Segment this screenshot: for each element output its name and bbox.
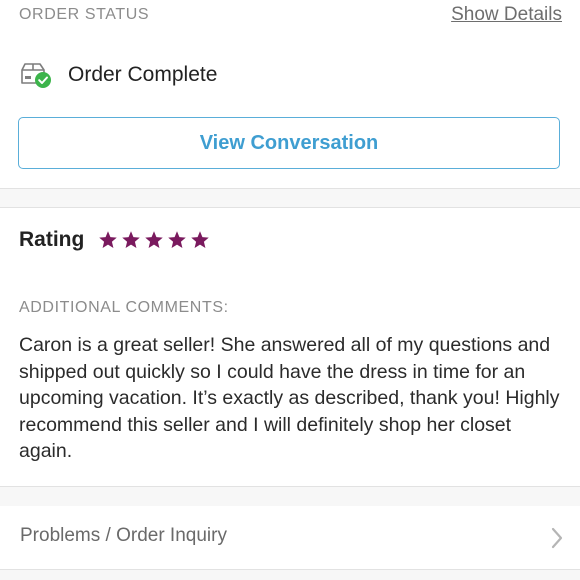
section-divider xyxy=(0,486,580,507)
order-status-row: Order Complete xyxy=(19,58,539,92)
bottom-gutter xyxy=(0,570,580,580)
rating-card: Rating ADDITIONAL COMMENTS: Caron is a g… xyxy=(0,208,580,486)
show-details-link[interactable]: Show Details xyxy=(451,4,562,26)
chevron-right-icon xyxy=(550,527,564,549)
package-check-icon xyxy=(19,58,53,90)
order-inquiry-label: Problems / Order Inquiry xyxy=(20,525,227,546)
star-icon xyxy=(122,231,140,248)
rating-label: Rating xyxy=(19,228,85,251)
order-status-header: ORDER STATUS Show Details xyxy=(19,4,562,28)
star-rating xyxy=(98,230,210,250)
order-status-text: Order Complete xyxy=(68,63,218,86)
star-icon xyxy=(99,231,117,248)
star-icon xyxy=(168,231,186,248)
view-conversation-button[interactable]: View Conversation xyxy=(18,117,560,169)
order-detail-page: ORDER STATUS Show Details Order Complete… xyxy=(0,0,580,580)
additional-comments-heading: ADDITIONAL COMMENTS: xyxy=(19,299,229,316)
order-inquiry-row[interactable]: Problems / Order Inquiry xyxy=(0,506,580,570)
star-icon xyxy=(191,231,209,248)
star-icon xyxy=(145,231,163,248)
order-status-card: ORDER STATUS Show Details Order Complete… xyxy=(0,0,580,188)
additional-comments-text: Caron is a great seller! She answered al… xyxy=(19,334,560,462)
section-divider xyxy=(0,188,580,208)
rating-row: Rating xyxy=(19,228,419,256)
order-status-heading: ORDER STATUS xyxy=(19,6,150,23)
